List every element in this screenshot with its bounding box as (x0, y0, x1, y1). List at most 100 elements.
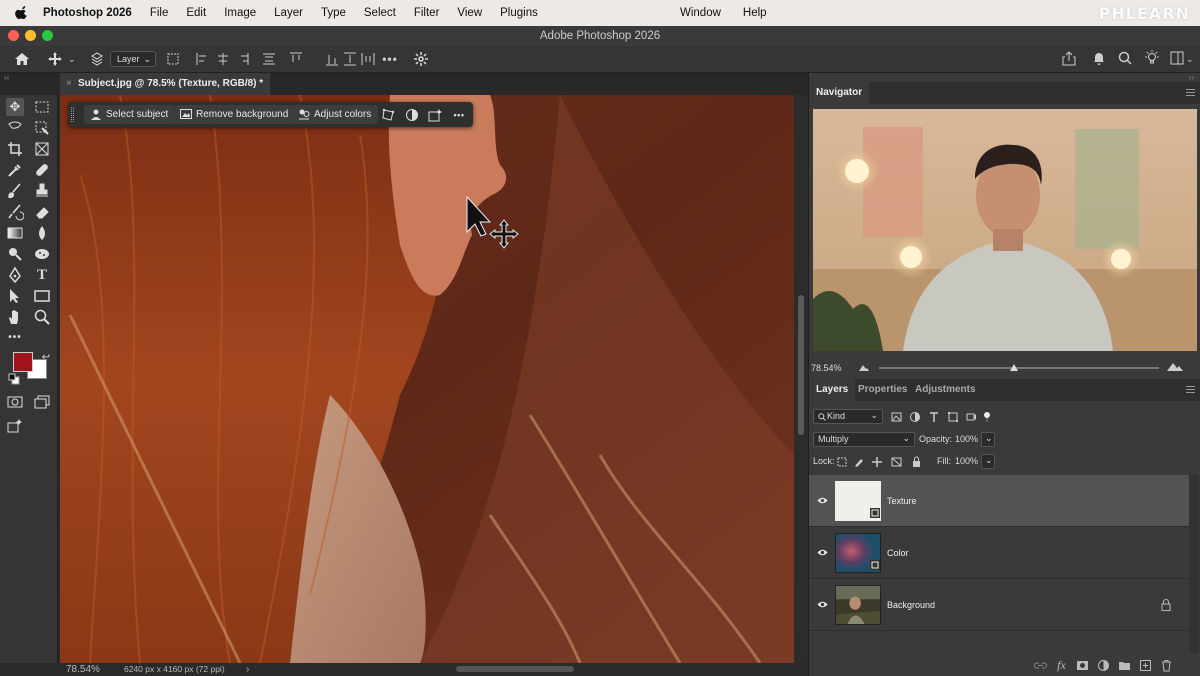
vertical-scroll-thumb[interactable] (798, 295, 804, 435)
select-subject-button[interactable]: Select subject (84, 105, 176, 124)
history-brush-tool-icon[interactable] (6, 203, 24, 221)
document-tab[interactable]: × Subject.jpg @ 78.5% (Texture, RGB/8) * (60, 73, 270, 95)
new-group-folder-icon[interactable] (1118, 659, 1131, 672)
move-tool-icon[interactable] (48, 52, 62, 66)
menu-type[interactable]: Type (321, 7, 346, 19)
navigator-preview[interactable] (813, 109, 1197, 351)
menu-window[interactable]: Window (680, 7, 721, 19)
navigator-menu-icon[interactable] (1186, 89, 1195, 96)
status-zoom[interactable]: 78.54% (66, 663, 100, 676)
discover-lightbulb-icon[interactable] (1144, 50, 1160, 66)
close-tab-icon[interactable]: × (66, 73, 72, 95)
settings-gear-icon[interactable] (414, 52, 428, 66)
quick-mask-icon[interactable] (6, 393, 24, 411)
pen-tool-icon[interactable] (6, 266, 24, 284)
delete-layer-trash-icon[interactable] (1160, 659, 1173, 672)
default-colors-icon[interactable] (8, 373, 20, 385)
crop-tool-icon[interactable] (6, 140, 24, 158)
zoom-slider-knob[interactable] (1010, 364, 1018, 371)
add-mask-icon[interactable] (1076, 659, 1089, 672)
zoom-out-mountain-icon[interactable] (859, 363, 869, 371)
zoom-in-mountain-icon[interactable] (1167, 361, 1183, 371)
close-window-button[interactable] (8, 30, 19, 41)
layer-row-background[interactable]: Background (809, 579, 1189, 631)
zoom-tool-icon[interactable] (33, 308, 51, 326)
fx-icon[interactable]: fx (1055, 659, 1068, 672)
screen-mode-icon[interactable] (33, 393, 51, 411)
marquee-tool-icon[interactable] (33, 98, 51, 116)
dodge-tool-icon[interactable] (6, 245, 24, 263)
sponge-tool-icon[interactable] (33, 245, 51, 263)
tab-navigator[interactable]: Navigator (809, 82, 870, 104)
foreground-color-swatch[interactable] (13, 352, 33, 372)
fill-slider-toggle[interactable]: ⌄ (981, 454, 995, 469)
search-icon[interactable] (1118, 51, 1132, 66)
document-canvas-image[interactable] (60, 95, 794, 663)
auto-select-target-dropdown[interactable]: Layer ⌄ (110, 51, 156, 67)
collapse-toolbar-icon[interactable]: ‹‹ (4, 73, 9, 82)
home-icon[interactable] (14, 52, 30, 66)
minimize-window-button[interactable] (25, 30, 36, 41)
horizontal-scroll-thumb[interactable] (456, 666, 574, 672)
vertical-scrollbar[interactable] (794, 95, 808, 663)
more-options-icon[interactable]: ••• (452, 108, 466, 122)
link-layers-icon[interactable] (1034, 659, 1047, 672)
visibility-eye-icon[interactable] (817, 547, 828, 558)
visibility-eye-icon[interactable] (817, 599, 828, 610)
layers-menu-icon[interactable] (1186, 386, 1195, 393)
align-icons[interactable] (196, 52, 306, 66)
navigator-zoom-slider[interactable] (879, 364, 1159, 371)
layer-row-texture[interactable]: Texture (809, 475, 1189, 527)
lock-option-icons[interactable] (837, 456, 937, 468)
layers-scrollbar[interactable] (1189, 475, 1199, 653)
opacity-value[interactable]: 100% (955, 432, 978, 447)
apple-icon[interactable] (15, 6, 29, 20)
visibility-eye-icon[interactable] (817, 495, 828, 506)
menu-filter[interactable]: Filter (414, 7, 440, 19)
blur-tool-icon[interactable] (33, 224, 51, 242)
lock-icon[interactable] (1161, 599, 1171, 611)
menu-image[interactable]: Image (224, 7, 256, 19)
layer-row-color[interactable]: Color (809, 527, 1189, 579)
new-adjustment-layer-icon[interactable] (1097, 659, 1110, 672)
menu-file[interactable]: File (150, 7, 169, 19)
adjust-colors-button[interactable]: Adjust colors (292, 105, 379, 124)
type-tool-icon[interactable]: T (33, 266, 51, 284)
menu-edit[interactable]: Edit (186, 7, 206, 19)
workspace-dropdown-icon[interactable]: ⌄ (1186, 51, 1194, 68)
menu-layer[interactable]: Layer (274, 7, 303, 19)
distribute-icons[interactable] (325, 52, 375, 66)
menu-help[interactable]: Help (743, 7, 767, 19)
blend-mode-dropdown[interactable]: Multiply ⌄ (813, 432, 915, 447)
hand-tool-icon[interactable] (6, 308, 24, 326)
path-selection-tool-icon[interactable] (6, 287, 24, 305)
healing-brush-tool-icon[interactable] (33, 161, 51, 179)
clone-stamp-tool-icon[interactable] (33, 182, 51, 200)
collapse-panels-icon[interactable]: ›› (1189, 73, 1194, 82)
transform-controls-icon[interactable] (166, 52, 180, 66)
menu-select[interactable]: Select (364, 7, 396, 19)
lasso-tool-icon[interactable] (6, 119, 24, 137)
menu-plugins[interactable]: Plugins (500, 7, 538, 19)
rectangle-tool-icon[interactable] (33, 287, 51, 305)
opacity-slider-toggle[interactable]: ⌄ (981, 432, 995, 447)
app-menu[interactable]: Photoshop 2026 (43, 7, 132, 19)
eyedropper-tool-icon[interactable] (6, 161, 24, 179)
menu-view[interactable]: View (457, 7, 482, 19)
canvas-area[interactable] (58, 95, 808, 663)
layer-kind-filter-dropdown[interactable]: Kind ⌄ (813, 409, 883, 424)
drag-handle-icon[interactable] (71, 107, 74, 122)
gradient-tool-icon[interactable] (6, 224, 24, 242)
status-info-arrow[interactable]: › (246, 663, 249, 676)
object-selection-tool-icon[interactable] (33, 119, 51, 137)
tab-layers[interactable]: Layers (809, 379, 856, 401)
auto-select-icon[interactable] (90, 52, 104, 66)
fill-value[interactable]: 100% (955, 454, 978, 469)
move-tool-icon[interactable]: ✥ (6, 98, 24, 116)
tab-adjustments[interactable]: Adjustments (908, 379, 983, 401)
move-tool-dropdown-icon[interactable]: ⌄ (68, 51, 76, 68)
tab-properties[interactable]: Properties (851, 379, 914, 401)
frame-tool-icon[interactable] (33, 140, 51, 158)
new-layer-icon[interactable] (1139, 659, 1152, 672)
adjustment-layer-icon[interactable] (405, 108, 419, 122)
